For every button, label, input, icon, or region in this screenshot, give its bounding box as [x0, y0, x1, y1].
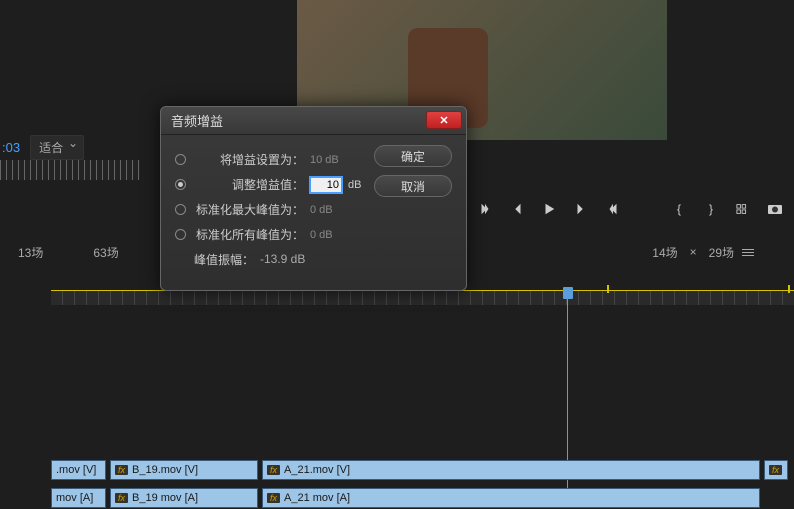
normalize-all-value: 0 dB: [310, 229, 352, 241]
radio-adjust-gain[interactable]: [175, 179, 186, 190]
clip-video[interactable]: .mov [V]: [51, 460, 106, 480]
step-forward-button[interactable]: [572, 200, 590, 218]
set-gain-value: 10 dB: [310, 154, 352, 166]
camera-icon[interactable]: [766, 200, 784, 218]
normalize-all-label: 标准化所有峰值为：: [194, 226, 304, 243]
marker[interactable]: [607, 285, 609, 293]
clip-audio[interactable]: fxA_21 mov [A]: [262, 488, 760, 508]
zoom-fit-dropdown[interactable]: 适合: [30, 135, 84, 160]
preview-ruler: [0, 160, 140, 180]
normalize-max-value: 0 dB: [310, 204, 352, 216]
clip-audio[interactable]: fxB_19 mov [A]: [110, 488, 258, 508]
playhead-handle[interactable]: [563, 287, 573, 299]
radio-normalize-max[interactable]: [175, 204, 186, 215]
grid-icon[interactable]: [734, 200, 752, 218]
dialog-titlebar[interactable]: 音频增益 ✕: [161, 107, 466, 135]
bracket-out-icon[interactable]: }: [702, 200, 720, 218]
sequence-tab-4[interactable]: 29场: [709, 244, 734, 261]
audio-gain-dialog: 音频增益 ✕ 将增益设置为： 10 dB 调整增益值： dB 标准化最大峰值为：…: [160, 106, 467, 291]
mark-out-button[interactable]: [604, 200, 622, 218]
transport-controls: { }: [476, 200, 784, 218]
step-back-button[interactable]: [508, 200, 526, 218]
normalize-max-label: 标准化最大峰值为：: [194, 201, 304, 218]
adjust-gain-label: 调整增益值：: [194, 176, 304, 193]
timeline-ruler[interactable]: [51, 291, 794, 305]
radio-set-gain[interactable]: [175, 154, 186, 165]
audio-track-row[interactable]: mov [A] fxB_19 mov [A] fxA_21 mov [A]: [51, 488, 794, 508]
clip-audio[interactable]: mov [A]: [51, 488, 106, 508]
video-track-row[interactable]: .mov [V] fxB_19.mov [V] fxA_21.mov [V] f…: [51, 460, 794, 480]
radio-normalize-all[interactable]: [175, 229, 186, 240]
sequence-tab-1[interactable]: 13场: [8, 240, 53, 265]
ok-button[interactable]: 确定: [374, 145, 452, 167]
panel-menu-icon[interactable]: [742, 249, 754, 256]
set-gain-label: 将增益设置为：: [194, 151, 304, 168]
adjust-gain-input[interactable]: [310, 177, 342, 193]
marker[interactable]: [788, 285, 790, 293]
dialog-close-button[interactable]: ✕: [426, 111, 462, 129]
clip-video[interactable]: fxB_19.mov [V]: [110, 460, 258, 480]
peak-amplitude-label: 峰值振幅：: [194, 251, 254, 268]
peak-amplitude-value: -13.9 dB: [260, 252, 305, 266]
sequence-tab-3[interactable]: 14场: [652, 244, 677, 261]
clip-video[interactable]: fx: [764, 460, 788, 480]
play-button[interactable]: [540, 200, 558, 218]
mark-in-button[interactable]: [476, 200, 494, 218]
tab-close-icon[interactable]: ×: [686, 245, 701, 259]
cancel-button[interactable]: 取消: [374, 175, 452, 197]
timecode[interactable]: :03: [0, 140, 20, 155]
unit-db: dB: [348, 179, 361, 191]
sequence-tab-2[interactable]: 63场: [83, 240, 128, 265]
bracket-in-icon[interactable]: {: [670, 200, 688, 218]
clip-video[interactable]: fxA_21.mov [V]: [262, 460, 760, 480]
dialog-title-text: 音频增益: [171, 111, 223, 130]
